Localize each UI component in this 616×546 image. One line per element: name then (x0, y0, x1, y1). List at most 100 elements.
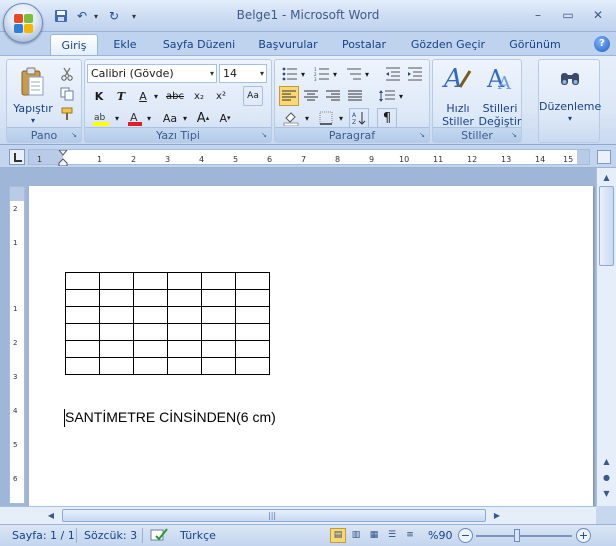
view-ruler-toggle-icon[interactable] (597, 150, 611, 164)
outline-view-icon[interactable]: ☰ (384, 528, 400, 543)
superscript-icon[interactable]: x² (211, 86, 231, 106)
font-name-dropdown-icon[interactable]: ▾ (210, 65, 214, 82)
grow-font-icon[interactable]: A ▴ (193, 108, 213, 128)
table-cell[interactable] (235, 323, 270, 341)
table-cell[interactable] (167, 289, 202, 307)
table-cell[interactable] (133, 272, 168, 290)
sort-icon[interactable]: AZ (349, 108, 369, 128)
increase-indent-icon[interactable] (405, 64, 425, 84)
binoculars-icon[interactable] (555, 64, 585, 92)
table-cell[interactable] (201, 357, 236, 375)
highlight-dropdown-icon[interactable]: ▾ (113, 108, 121, 128)
paragraph-launcher-icon[interactable]: ↘ (417, 130, 427, 140)
paste-icon[interactable] (13, 62, 51, 102)
previous-page-icon[interactable]: ▲ (599, 454, 614, 469)
align-left-icon[interactable] (279, 86, 299, 106)
shrink-font-icon[interactable]: A ▾ (215, 108, 235, 128)
table-cell[interactable] (167, 340, 202, 358)
tab-giris[interactable]: Giriş (50, 34, 98, 56)
numbering-dropdown-icon[interactable]: ▾ (331, 64, 339, 84)
bullets-dropdown-icon[interactable]: ▾ (299, 64, 307, 84)
zoom-slider-track[interactable] (476, 535, 572, 537)
language-indicator[interactable]: Türkçe (180, 529, 216, 542)
tab-gorunum[interactable]: Görünüm (502, 34, 568, 56)
tab-basvurular[interactable]: Başvurular (252, 34, 324, 56)
strikethrough-icon[interactable]: abc (165, 86, 185, 106)
numbering-icon[interactable]: 123 (311, 64, 333, 84)
editing-dropdown-icon[interactable]: ▾ (539, 112, 601, 125)
table-cell[interactable] (235, 357, 270, 375)
vertical-scrollbar[interactable]: ▲ ▲ ● ▼ (596, 168, 616, 506)
table-cell[interactable] (167, 323, 202, 341)
table-cell[interactable] (235, 340, 270, 358)
proofing-icon[interactable] (150, 527, 168, 546)
tab-gozden-gecir[interactable]: Gözden Geçir (404, 34, 492, 56)
bullets-icon[interactable] (279, 64, 301, 84)
table-cell[interactable] (235, 306, 270, 324)
scroll-right-icon[interactable]: ▶ (490, 509, 504, 523)
shading-icon[interactable] (279, 108, 303, 128)
subscript-icon[interactable]: x₂ (189, 86, 209, 106)
table-cell[interactable] (235, 289, 270, 307)
table-cell[interactable] (201, 272, 236, 290)
format-painter-icon[interactable] (57, 104, 77, 124)
horizontal-ruler[interactable]: 1 1 2 3 4 5 6 7 8 9 10 11 12 13 14 15 (28, 149, 590, 167)
table-cell[interactable] (235, 272, 270, 290)
italic-icon[interactable]: T (111, 86, 131, 106)
table-cell[interactable] (167, 272, 202, 290)
align-right-icon[interactable] (323, 86, 343, 106)
table-cell[interactable] (167, 306, 202, 324)
justify-icon[interactable] (345, 86, 365, 106)
full-screen-reading-view-icon[interactable]: ▥ (348, 528, 364, 543)
font-launcher-icon[interactable]: ↘ (259, 130, 269, 140)
underline-icon[interactable]: A (133, 86, 153, 106)
shading-dropdown-icon[interactable]: ▾ (303, 108, 311, 128)
change-case-icon[interactable]: Aa (157, 108, 183, 128)
horizontal-scrollbar[interactable]: ◀ ||| ▶ (0, 506, 596, 524)
table-cell[interactable] (167, 357, 202, 375)
table-cell[interactable] (201, 323, 236, 341)
table-cell[interactable] (99, 357, 134, 375)
borders-icon[interactable] (315, 108, 337, 128)
styles-launcher-icon[interactable]: ↘ (509, 130, 519, 140)
borders-dropdown-icon[interactable]: ▾ (337, 108, 345, 128)
table-cell[interactable] (99, 323, 134, 341)
table-cell[interactable] (133, 306, 168, 324)
table-cell[interactable] (99, 289, 134, 307)
draft-view-icon[interactable]: ≡ (402, 528, 418, 543)
show-formatting-icon[interactable]: ¶ (377, 108, 397, 128)
web-layout-view-icon[interactable]: ▦ (366, 528, 382, 543)
pano-launcher-icon[interactable]: ↘ (69, 130, 79, 140)
line-spacing-dropdown-icon[interactable]: ▾ (397, 86, 405, 106)
highlight-icon[interactable]: ab (89, 108, 113, 128)
vertical-ruler[interactable]: 2 1 1 2 3 4 5 6 (9, 186, 25, 504)
font-color-icon[interactable]: A (125, 108, 145, 128)
paste-dropdown-icon[interactable]: ▾ (9, 114, 57, 127)
indent-marker-icon[interactable] (57, 149, 69, 167)
zoom-slider-thumb[interactable] (514, 529, 520, 542)
table-cell[interactable] (65, 306, 100, 324)
quick-styles-button[interactable]: Hızlı Stiller (435, 102, 481, 128)
tab-postalar[interactable]: Postalar (334, 34, 394, 56)
table-cell[interactable] (65, 289, 100, 307)
table-cell[interactable] (99, 272, 134, 290)
change-styles-icon[interactable]: AA (483, 62, 519, 94)
scroll-left-icon[interactable]: ◀ (44, 509, 58, 523)
table-cell[interactable] (99, 306, 134, 324)
maximize-button[interactable]: ▭ (558, 6, 578, 24)
cut-icon[interactable] (57, 64, 77, 84)
table-cell[interactable] (133, 357, 168, 375)
table-cell[interactable] (65, 323, 100, 341)
tab-ekle[interactable]: Ekle (104, 34, 146, 56)
copy-icon[interactable] (57, 84, 77, 104)
select-browse-object-icon[interactable]: ● (599, 470, 614, 485)
table-cell[interactable] (133, 323, 168, 341)
table-cell[interactable] (201, 340, 236, 358)
font-name-combo[interactable]: Calibri (Gövde) ▾ (87, 64, 217, 83)
table-cell[interactable] (65, 272, 100, 290)
scroll-up-icon[interactable]: ▲ (599, 170, 614, 185)
zoom-level[interactable]: %90 (428, 529, 452, 542)
help-icon[interactable]: ? (594, 36, 610, 52)
tab-selector-icon[interactable] (9, 149, 25, 165)
table-cell[interactable] (65, 357, 100, 375)
